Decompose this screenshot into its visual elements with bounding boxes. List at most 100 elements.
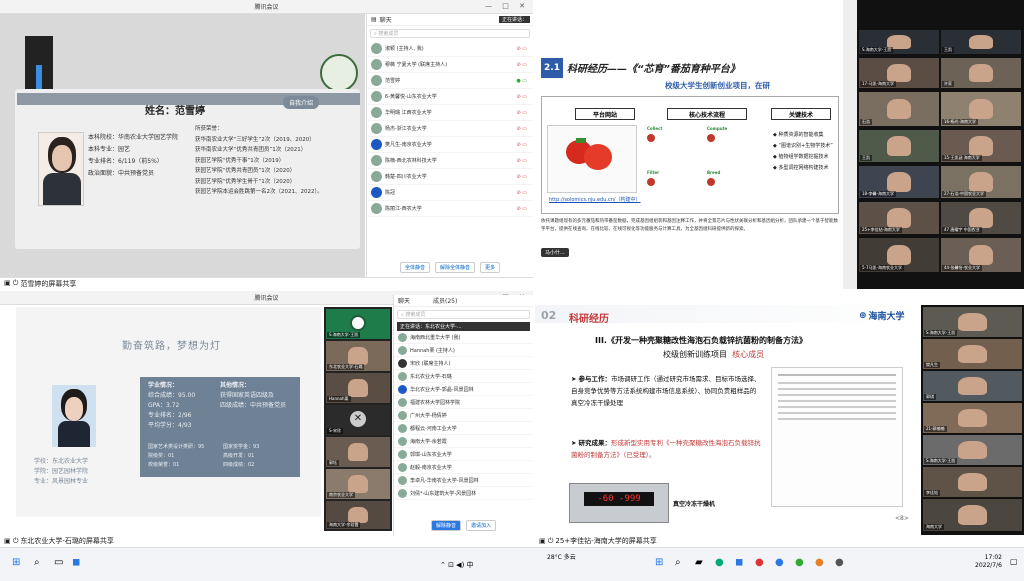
list-item[interactable]: 赵毅-南京农业大学 <box>394 461 533 474</box>
list-item[interactable]: 陈丽江-西农大学 ⊘ ▭ <box>367 201 533 217</box>
video-tile[interactable]: 16-杨光-海南大学 <box>941 92 1021 126</box>
video-tile[interactable]: 44-张馨怡-农业大学 <box>941 238 1021 272</box>
list-item[interactable]: 范雪婷 ● ▭ <box>367 73 533 89</box>
list-item[interactable]: 樊凡生-南京农业大学 ⊘ ▭ <box>367 137 533 153</box>
tab-members[interactable]: 成员(25) <box>433 296 457 305</box>
mic-muted-icon[interactable]: ⊘ ▭ <box>516 158 527 164</box>
video-tile[interactable]: Hannah栗 <box>326 373 390 403</box>
video-tile[interactable]: 郭琪 <box>923 371 1022 401</box>
mic-muted-icon[interactable]: ⊘ ▭ <box>516 142 527 148</box>
list-item[interactable]: 海南西北重华大学 (我) <box>394 331 533 344</box>
search-icon-2[interactable]: ⌕ <box>675 557 681 568</box>
video-tile[interactable]: 25+李佳钻-海南大学 <box>859 202 939 234</box>
avatar <box>398 410 407 420</box>
start-icon[interactable]: ⊞ <box>12 557 20 568</box>
start-icon-2[interactable]: ⊞ <box>655 557 663 568</box>
video-tile[interactable]: S.海南大学-王凯 <box>923 435 1022 465</box>
list-item[interactable]: 华北农业大学-郭晶-风景园林 <box>394 383 533 396</box>
app-icon[interactable]: ● <box>815 557 824 568</box>
window-controls[interactable]: — □ ✕ <box>485 2 529 10</box>
list-item[interactable]: 海南大学-余若霞 <box>394 435 533 448</box>
mic-on-icon[interactable]: ● ▭ <box>516 78 527 84</box>
video-tile[interactable]: 石浩 <box>859 92 939 126</box>
list-item[interactable]: 宋欣 (联席主持人) <box>394 357 533 370</box>
list-item[interactable]: 东北农业大学-石璐 <box>394 370 533 383</box>
mic-muted-icon[interactable]: ⊘ ▭ <box>516 94 527 100</box>
list-item[interactable]: 陈冠 ⊘ ▭ <box>367 185 533 201</box>
mic-muted-icon[interactable]: ⊘ ▭ <box>516 62 527 68</box>
clock[interactable]: 17:02 2022/7/6 <box>975 554 1002 570</box>
list-item[interactable]: 广州大学-杨倩婷 <box>394 409 533 422</box>
list-item[interactable]: 杨杰-浙江农业大学 ⊘ ▭ <box>367 121 533 137</box>
list-item[interactable]: 穆薇 宁夏大学 (联席主持人) ⊘ ▭ <box>367 57 533 73</box>
list-item[interactable]: 韩楚-四川农业大学 ⊘ ▭ <box>367 169 533 185</box>
edge-icon[interactable]: ● <box>715 557 724 568</box>
video-tile[interactable]: 18-李馨-海南大学 <box>859 166 939 198</box>
flow-step: Collect <box>647 126 663 131</box>
video-label: 樊凡生 <box>924 362 940 368</box>
list-item[interactable]: 李卓凡-华南农业大学-风景园林 <box>394 474 533 487</box>
website-link[interactable]: http://solomics.nju.edu.cn/（构建中） <box>549 196 641 203</box>
app-icon[interactable]: ● <box>775 557 784 568</box>
mic-muted-icon[interactable]: ⊘ ▭ <box>516 46 527 52</box>
video-tile[interactable]: 南京农业大学 <box>326 469 390 499</box>
list-item[interactable]: 华明璐 江西农业大学 ⊘ ▭ <box>367 105 533 121</box>
video-tile[interactable]: ✕ S-宋欣 <box>326 405 390 435</box>
list-item[interactable]: 陈楠-西北农林科技大学 ⊘ ▭ <box>367 153 533 169</box>
logo-text: 海南大学 <box>868 312 905 322</box>
mic-muted-icon[interactable]: ⊘ ▭ <box>516 190 527 196</box>
list-item[interactable]: 郭琪-山东农业大学 <box>394 448 533 461</box>
bullet-head: 参与工作： <box>578 375 612 383</box>
tab-chat[interactable]: 聊天 <box>398 296 410 305</box>
video-tile[interactable]: S.海南大学-王凯 <box>326 309 390 339</box>
section-title: 科研经历 <box>569 314 609 325</box>
search-icon[interactable]: ⌕ <box>34 557 40 568</box>
member-name: 穆薇 宁夏大学 (联席主持人) <box>385 62 448 68</box>
video-tile[interactable]: 47 唐耀宇 中国农业 <box>941 202 1021 234</box>
search-input[interactable]: ⌕ 搜索成员 <box>397 310 530 319</box>
list-item[interactable]: 福建农林大学园林学院 <box>394 396 533 409</box>
list-item[interactable]: 都程云-河南工业大学 <box>394 422 533 435</box>
list-item[interactable]: 淑颖 (主持人, 我) ⊘ ▭ <box>367 41 533 57</box>
video-tile[interactable]: 27-石浩-中国农业大学 <box>941 166 1021 198</box>
video-tile[interactable]: 海南大学-余若霞 <box>326 501 390 529</box>
app-icon[interactable]: ● <box>755 557 764 568</box>
video-tile[interactable]: 15-王凯涵 海南大学 <box>941 130 1021 162</box>
tray-icons[interactable]: ⌃ ⊡ ◀) 中 <box>440 560 474 570</box>
app-icon[interactable]: ● <box>835 557 844 568</box>
invite-button[interactable]: 邀请加入 <box>466 520 497 531</box>
video-tile[interactable]: 王凯 <box>941 30 1021 54</box>
mic-muted-icon[interactable]: ⊘ ▭ <box>516 126 527 132</box>
notification-icon[interactable]: ▢ <box>1010 557 1018 566</box>
list-item[interactable]: 刘倩*-山东建筑大学-风景园林 <box>394 487 533 500</box>
mic-muted-icon[interactable]: ⊘ ▭ <box>516 206 527 212</box>
weather-widget[interactable]: 28°C 多云 <box>547 552 576 561</box>
search-input[interactable]: ⌕ 搜索成员 <box>370 29 530 38</box>
list-item[interactable]: 6-黄馨悦-山东农业大学 ⊘ ▭ <box>367 89 533 105</box>
video-tile[interactable]: S.海南大学-王凯 <box>923 307 1022 337</box>
video-tile[interactable]: 17-马凯-海南大学 <box>859 58 939 88</box>
video-tile[interactable]: 海南大学 <box>923 499 1022 531</box>
video-tile[interactable]: 王凯 <box>859 130 939 162</box>
video-tile[interactable]: 李佳钻 <box>923 467 1022 497</box>
mic-muted-icon[interactable]: ⊘ ▭ <box>516 174 527 180</box>
mute-all-button[interactable]: 全体静音 <box>399 262 430 273</box>
video-tile[interactable]: 东北农业大学-石璐 <box>326 341 390 371</box>
meeting-app-icon[interactable]: ◼ <box>72 557 80 568</box>
app-icon[interactable]: ● <box>795 557 804 568</box>
list-item[interactable]: Hannah栗 (主持人) <box>394 344 533 357</box>
video-tile[interactable]: 樊凡生 <box>923 339 1022 369</box>
scroll-strip[interactable] <box>843 0 857 289</box>
video-tile[interactable]: 许家 <box>941 58 1021 88</box>
folder-icon[interactable]: ▰ <box>695 557 703 568</box>
meeting-app-icon-2[interactable]: ◼ <box>735 557 743 568</box>
task-view-icon[interactable]: ▭ <box>54 557 63 568</box>
video-tile[interactable]: 21-郭楠楠 <box>923 403 1022 433</box>
unmute-button[interactable]: 解除静音 <box>430 520 461 531</box>
video-tile[interactable]: 5-7马凯-海南农业大学 <box>859 238 939 272</box>
video-tile[interactable]: S.海南大学-王凯 <box>859 30 939 54</box>
more-button[interactable]: 更多 <box>480 262 501 273</box>
unmute-all-button[interactable]: 解除全体静音 <box>434 262 475 273</box>
mic-muted-icon[interactable]: ⊘ ▭ <box>516 110 527 116</box>
video-tile[interactable]: 郭钰 <box>326 437 390 467</box>
